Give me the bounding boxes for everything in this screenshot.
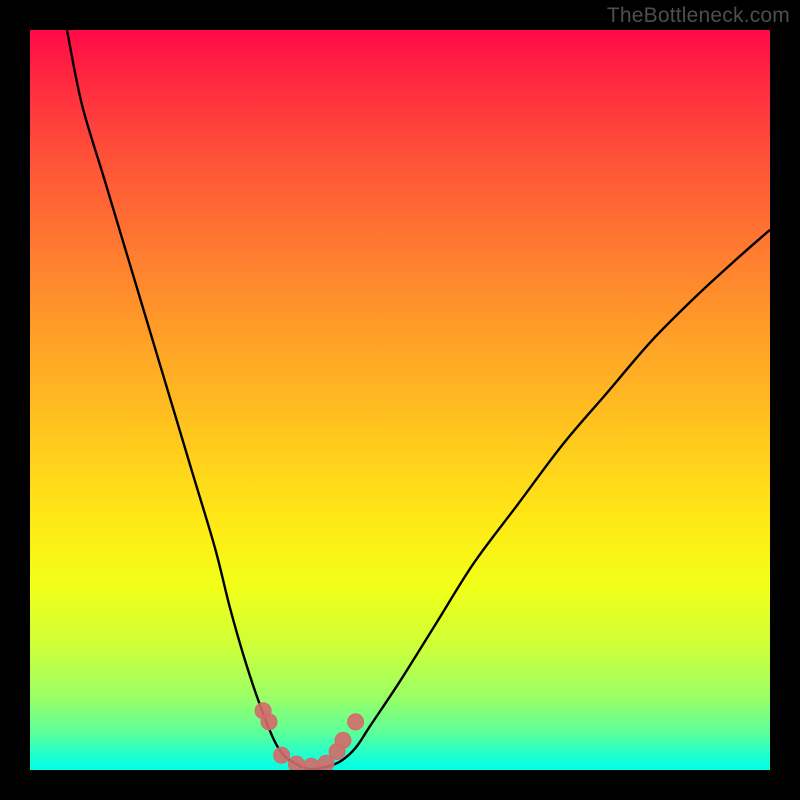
marker-point (335, 732, 351, 748)
marker-point (288, 756, 304, 770)
chart-frame: TheBottleneck.com (0, 0, 800, 800)
curve-right (311, 230, 770, 769)
marker-point (348, 714, 364, 730)
marker-point (303, 758, 319, 770)
marker-point (274, 747, 290, 763)
marker-point (261, 714, 277, 730)
chart-svg (30, 30, 770, 770)
plot-area (30, 30, 770, 770)
curve-left (67, 30, 311, 769)
watermark-text: TheBottleneck.com (607, 4, 790, 28)
